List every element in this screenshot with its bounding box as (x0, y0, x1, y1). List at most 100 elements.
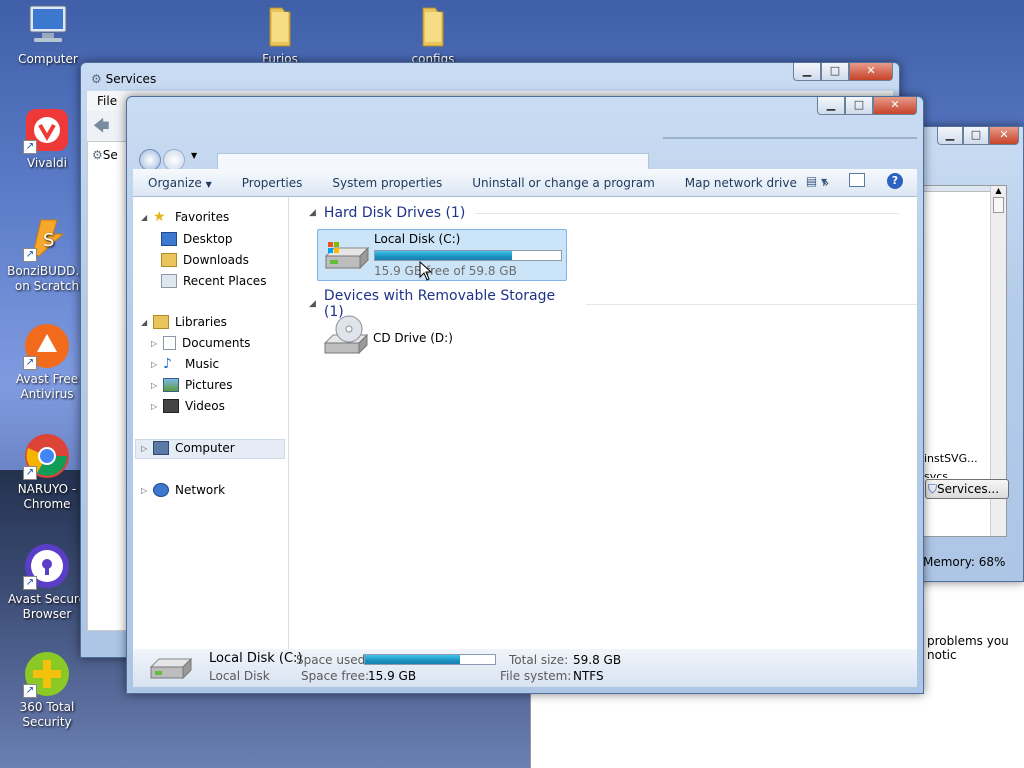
star-icon: ★ (153, 209, 166, 225)
services-gear-icon: ⚙ (91, 72, 102, 86)
nav-label: Recent Places (183, 274, 267, 288)
scroll-thumb[interactable] (993, 197, 1004, 213)
expand-arrow-icon[interactable]: ◢ (141, 213, 147, 222)
minimize-button[interactable]: ▁ (937, 127, 963, 145)
group-header-hdd[interactable]: ◢ Hard Disk Drives (1) (309, 205, 900, 221)
desktop-icon-avast-browser[interactable]: ↗ Avast Secure Browser (7, 542, 87, 622)
nav-label: Videos (185, 399, 225, 413)
nav-downloads[interactable]: Downloads (161, 253, 249, 267)
minimize-button[interactable]: ▁ (793, 63, 821, 81)
nav-label: Pictures (185, 378, 233, 392)
avast-browser-icon: ↗ (23, 542, 71, 590)
desktop-icon-furios[interactable]: Furios (240, 2, 320, 67)
scroll-up-icon[interactable]: ▲ (991, 186, 1006, 195)
details-free-label: Space free: (301, 669, 370, 683)
chevron-down-icon[interactable]: ▼ (191, 151, 197, 160)
maximize-button[interactable]: □ (845, 97, 873, 115)
nav-label: Libraries (175, 315, 227, 329)
view-options-button[interactable]: ▤ ▾ (806, 174, 827, 188)
collapse-arrow-icon[interactable]: ▷ (141, 486, 147, 495)
drive-d[interactable]: CD Drive (D:) (317, 311, 567, 363)
details-pane: Local Disk (C:) Local Disk Space used: S… (133, 649, 917, 687)
folder-icon (256, 2, 304, 50)
properties-button[interactable]: Properties (227, 176, 318, 190)
organize-button[interactable]: Organize ▼ (133, 176, 227, 190)
nav-network[interactable]: Network (153, 483, 225, 497)
nav-label: Computer (175, 441, 235, 455)
map-network-drive-button[interactable]: Map network drive (670, 176, 812, 190)
organize-label: Organize (148, 175, 202, 190)
nav-favorites[interactable]: ★ Favorites (153, 210, 229, 224)
nav-recent-places[interactable]: Recent Places (161, 274, 266, 288)
preview-pane-button[interactable] (849, 173, 865, 187)
nav-pictures[interactable]: Pictures (163, 378, 233, 392)
drive-c[interactable]: Local Disk (C:) 15.9 GB free of 59.8 GB (317, 229, 567, 281)
network-icon (153, 483, 169, 497)
hard-drive-icon (322, 238, 370, 274)
group-divider (475, 212, 900, 214)
back-arrow-icon[interactable]: 🡄 (93, 115, 110, 142)
nav-desktop[interactable]: Desktop (161, 232, 233, 246)
mouse-cursor-icon (419, 260, 433, 284)
address-bar[interactable] (217, 153, 649, 169)
downloads-folder-icon (161, 253, 177, 267)
nav-libraries[interactable]: Libraries (153, 315, 227, 329)
minimize-button[interactable]: ▁ (817, 97, 845, 115)
table-row[interactable]: svcs (924, 470, 948, 478)
details-total-value: 59.8 GB (573, 653, 622, 667)
desktop-icon-computer[interactable]: Computer (8, 2, 88, 67)
gear-icon: ⚙ (92, 148, 103, 162)
details-fs-value: NTFS (573, 669, 604, 683)
libraries-icon (153, 315, 169, 329)
menu-file[interactable]: File (97, 94, 117, 108)
nav-documents[interactable]: Documents (163, 336, 250, 350)
services-button-label: Services... (937, 482, 1000, 496)
maximize-button[interactable]: □ (963, 127, 989, 145)
shortcut-arrow-icon: ↗ (23, 356, 37, 370)
desktop-icon-360[interactable]: ↗ 360 Total Security (7, 650, 87, 730)
collapse-arrow-icon[interactable]: ▷ (151, 360, 157, 369)
desktop-icon-configs[interactable]: configs (393, 2, 473, 67)
shortcut-arrow-icon: ↗ (23, 248, 37, 262)
collapse-arrow-icon[interactable]: ▷ (141, 444, 147, 453)
expand-arrow-icon[interactable]: ◢ (141, 318, 147, 327)
navigation-pane: ◢ ★ Favorites Desktop Downloads Recent P… (133, 197, 289, 649)
nav-buttons[interactable]: ▼ (135, 125, 201, 171)
table-row[interactable]: instSVG... (924, 452, 978, 465)
desktop-icon-label: Avast Free Antivirus (15, 372, 79, 401)
desktop-icon-vivaldi[interactable]: ↗ Vivaldi (7, 106, 87, 171)
desktop-icon-label: Computer (18, 52, 78, 66)
search-box[interactable] (663, 137, 917, 139)
collapse-arrow-icon: ◢ (309, 208, 316, 218)
collapse-arrow-icon[interactable]: ▷ (151, 339, 157, 348)
command-bar: Organize ▼ Properties System properties … (133, 169, 917, 197)
details-name: Local Disk (C:) (209, 651, 303, 666)
desktop-icon-chrome[interactable]: ↗ NARUYO - Chrome (7, 432, 87, 512)
collapse-arrow-icon[interactable]: ▷ (151, 381, 157, 390)
drive-d-name: CD Drive (D:) (373, 331, 453, 345)
forward-button[interactable] (163, 149, 185, 171)
close-button[interactable]: ✕ (873, 97, 917, 115)
help-icon[interactable]: ? (887, 173, 903, 189)
memory-status: Memory: 68% (923, 555, 1006, 569)
desktop-icon-bonzibuddy[interactable]: S ↗ BonziBUDD... on Scratch (7, 214, 87, 294)
details-used-label: Space used: (296, 653, 370, 667)
avast-icon: ↗ (23, 322, 71, 370)
explorer-window[interactable]: ▁ □ ✕ ▼ Organize ▼ Properties System pro… (126, 96, 924, 694)
folder-icon (409, 2, 457, 50)
system-properties-button[interactable]: System properties (317, 176, 457, 190)
nav-videos[interactable]: Videos (163, 399, 225, 413)
group-label: Hard Disk Drives (1) (323, 205, 466, 221)
collapse-arrow-icon[interactable]: ▷ (151, 402, 157, 411)
uninstall-button[interactable]: Uninstall or change a program (457, 176, 670, 190)
nav-music[interactable]: ♪ Music (163, 357, 219, 371)
details-usage-fill (365, 655, 461, 664)
close-button[interactable]: ✕ (989, 127, 1019, 145)
tree-item-services[interactable]: ⚙Se (92, 148, 118, 162)
nav-computer[interactable]: Computer (153, 441, 235, 455)
back-button[interactable] (139, 149, 161, 171)
services-button[interactable]: ⛉Services... (925, 479, 1009, 499)
close-button[interactable]: ✕ (849, 63, 893, 81)
maximize-button[interactable]: □ (821, 63, 849, 81)
desktop-icon-avast[interactable]: ↗ Avast Free Antivirus (7, 322, 87, 402)
